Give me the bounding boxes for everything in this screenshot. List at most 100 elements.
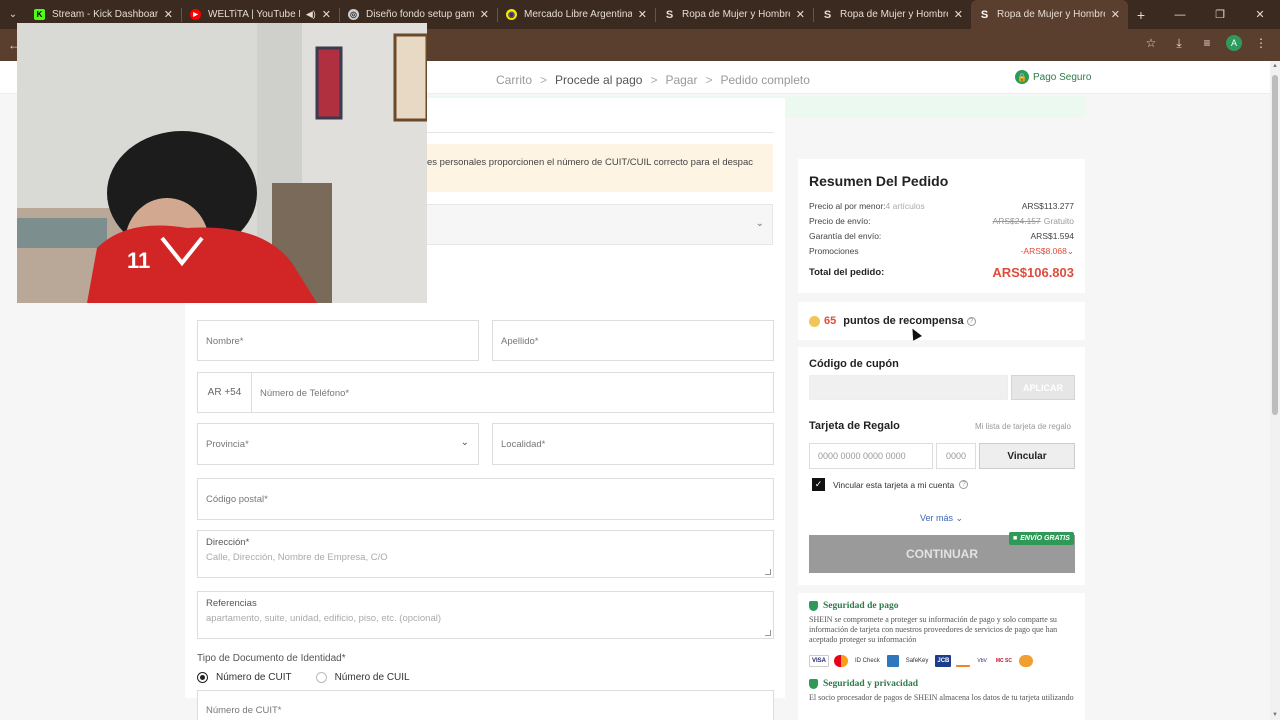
address-placeholder: Calle, Dirección, Nombre de Empresa, C/O xyxy=(206,552,388,563)
scroll-up-icon[interactable]: ▲ xyxy=(1272,63,1278,69)
coupon-title: Código de cupón xyxy=(809,358,899,370)
close-icon[interactable]: ✕ xyxy=(164,8,173,21)
address-section-toggle[interactable]: ⌄ xyxy=(427,204,773,245)
close-icon[interactable]: ✕ xyxy=(480,8,489,21)
warranty-label: Garantía del envío: xyxy=(809,231,882,241)
promotions-value: -ARS$8.068 xyxy=(1020,246,1067,256)
media-control-icon[interactable]: ≡ xyxy=(1198,36,1216,50)
minimize-icon[interactable]: — xyxy=(1160,0,1200,29)
tab-title: Mercado Libre Argentina - Don xyxy=(524,9,632,20)
breadcrumb-separator: > xyxy=(705,73,713,87)
postal-code-field[interactable]: Código postal* xyxy=(197,478,774,520)
cuit-notice-text: es personales proporcionen el número de … xyxy=(427,157,753,168)
apply-coupon-button[interactable]: APLICAR xyxy=(1011,375,1075,400)
locality-field[interactable]: Localidad* xyxy=(492,423,774,465)
province-label: Provincia* xyxy=(206,439,249,450)
cuit-number-label: Número de CUIT* xyxy=(206,705,282,716)
document-type-options: Número de CUIT Número de CUIL xyxy=(197,672,410,683)
divider xyxy=(427,132,774,133)
webcam-overlay: 11 xyxy=(17,23,427,303)
youtube-music-icon: ▶ xyxy=(190,9,201,20)
phone-country-prefix[interactable]: AR +54 xyxy=(198,373,252,412)
province-select[interactable]: Provincia* ⌄ xyxy=(197,423,479,465)
close-icon[interactable]: ✕ xyxy=(1111,8,1120,21)
verified-by-visa-logo: VbV xyxy=(977,658,987,664)
gift-card-list-link[interactable]: Mi lista de tarjeta de regalo xyxy=(975,422,1071,431)
toolbar-actions: ☆ ⤓ ≡ A ⋮ xyxy=(1142,35,1270,51)
help-icon[interactable]: ? xyxy=(966,316,976,326)
id-check-logo: ID Check xyxy=(855,658,880,664)
payment-security-heading: Seguridad de pago xyxy=(809,601,1074,611)
page-scrollbar[interactable]: ▲ ▼ xyxy=(1270,61,1280,720)
first-name-label: Nombre* xyxy=(206,336,244,347)
truck-icon: ■ xyxy=(1013,535,1018,542)
link-card-checkbox-label[interactable]: Vincular esta tarjeta a mi cuenta xyxy=(833,480,954,490)
see-more-link[interactable]: Ver más ⌄ xyxy=(798,513,1085,524)
postal-code-label: Código postal* xyxy=(206,494,268,505)
payment-security-title: Seguridad de pago xyxy=(823,601,899,611)
tab-title: Ropa de Mujer y Hombre, Com xyxy=(840,9,948,20)
menu-kebab-icon[interactable]: ⋮ xyxy=(1252,36,1270,50)
browser-tab[interactable]: S Ropa de Mujer y Hombre, Com ✕ xyxy=(656,0,813,29)
references-textarea[interactable]: Referencias apartamento, suite, unidad, … xyxy=(197,591,774,639)
close-icon[interactable]: ✕ xyxy=(322,8,331,21)
breadcrumb: Carrito > Procede al pago > Pagar > Pedi… xyxy=(496,73,810,87)
visa-logo: VISA xyxy=(809,655,830,667)
gift-card-number-input[interactable]: 0000 0000 0000 0000 xyxy=(809,443,933,469)
tab-title: WELTiTA | YouTube Music xyxy=(208,9,300,20)
close-icon[interactable]: ✕ xyxy=(954,8,963,21)
phone-field[interactable]: AR +54 Número de Teléfono* xyxy=(197,372,774,413)
webcam-feed-image: 11 xyxy=(17,23,427,303)
order-summary: Resumen Del Pedido Precio al por menor:4… xyxy=(798,159,1085,293)
lock-icon: 🔒 xyxy=(1015,70,1029,84)
retail-price-row: Precio al por menor:4 artículos ARS$113.… xyxy=(809,201,1074,216)
cuit-number-field[interactable]: Número de CUIT* xyxy=(197,690,774,720)
shipping-price-label: Precio de envío: xyxy=(809,216,871,226)
link-gift-card-button[interactable]: Vincular xyxy=(979,443,1075,469)
promotions-row[interactable]: Promociones -ARS$8.068⌄ xyxy=(809,246,1074,261)
cuil-radio[interactable] xyxy=(315,672,327,683)
gift-card-pin-input[interactable]: 0000 xyxy=(936,443,976,469)
close-icon[interactable]: ✕ xyxy=(638,8,647,21)
cuil-option-label[interactable]: Número de CUIL xyxy=(335,672,410,683)
profile-avatar[interactable]: A xyxy=(1226,35,1242,51)
browser-tab[interactable]: ◉ Mercado Libre Argentina - Don ✕ xyxy=(498,0,655,29)
tab-title: Diseño fondo setup gamer xyxy=(366,9,474,20)
resize-handle[interactable] xyxy=(765,630,771,636)
chevron-down-icon[interactable]: ⌄ xyxy=(1067,246,1074,256)
scrollbar-thumb[interactable] xyxy=(1272,75,1278,415)
order-total-value: ARS$106.803 xyxy=(992,265,1074,280)
link-card-checkbox[interactable]: ✓ xyxy=(812,478,825,491)
close-icon[interactable]: ✕ xyxy=(796,8,805,21)
reward-points: 65 puntos de recompensa ? xyxy=(798,302,1085,340)
restore-icon[interactable]: ❐ xyxy=(1200,0,1240,29)
shipping-old-price: ARS$24.157 xyxy=(992,216,1041,226)
amex-logo xyxy=(886,655,899,667)
speaker-icon[interactable]: ◀) xyxy=(306,9,316,20)
breadcrumb-pay: Pagar xyxy=(665,73,698,87)
shein-icon: S xyxy=(665,8,674,21)
close-window-icon[interactable]: ✕ xyxy=(1240,0,1280,29)
cuit-radio[interactable] xyxy=(197,672,208,683)
breadcrumb-separator: > xyxy=(650,73,658,87)
first-name-field[interactable]: Nombre* xyxy=(197,320,479,361)
resize-handle[interactable] xyxy=(765,569,771,575)
scroll-down-icon[interactable]: ▼ xyxy=(1272,712,1278,718)
mastercard-logo xyxy=(834,655,849,667)
new-tab-icon[interactable]: + xyxy=(1128,0,1154,29)
breadcrumb-cart[interactable]: Carrito xyxy=(496,73,532,87)
shipping-price-value: Gratuito xyxy=(1043,216,1074,226)
download-icon[interactable]: ⤓ xyxy=(1170,36,1188,51)
openai-icon: ◎ xyxy=(348,9,359,20)
address-textarea[interactable]: Dirección* Calle, Dirección, Nombre de E… xyxy=(197,530,774,578)
payment-security-text: SHEIN se compromete a proteger su inform… xyxy=(809,615,1058,644)
last-name-field[interactable]: Apellido* xyxy=(492,320,774,361)
coupon-input[interactable] xyxy=(809,375,1008,400)
coin-icon xyxy=(809,315,820,327)
cuit-option-label[interactable]: Número de CUIT xyxy=(216,672,292,683)
bookmark-star-icon[interactable]: ☆ xyxy=(1142,36,1160,50)
chevron-down-icon: ⌄ xyxy=(755,218,764,229)
browser-tab-active[interactable]: S Ropa de Mujer y Hombre, Com ✕ xyxy=(971,0,1128,29)
browser-tab[interactable]: S Ropa de Mujer y Hombre, Com ✕ xyxy=(814,0,971,29)
help-icon[interactable]: ? xyxy=(959,480,969,489)
